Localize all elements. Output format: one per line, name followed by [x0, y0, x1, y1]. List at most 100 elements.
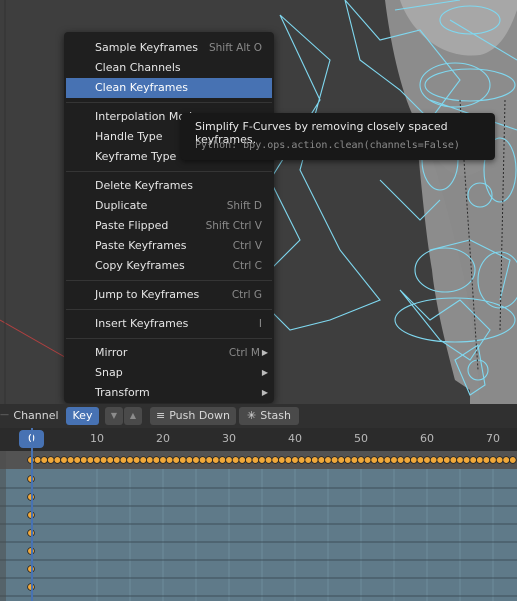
keyframe[interactable]	[185, 456, 194, 464]
keyframe[interactable]	[277, 456, 286, 464]
keyframe[interactable]	[409, 456, 418, 464]
keyframe[interactable]	[449, 456, 458, 464]
keyframe[interactable]	[310, 456, 319, 464]
keyframe[interactable]	[291, 456, 299, 464]
keyframe[interactable]	[469, 456, 478, 464]
keyframe[interactable]	[86, 456, 95, 464]
keyframe[interactable]	[139, 456, 148, 464]
keyframe[interactable]	[198, 456, 207, 464]
keyframe[interactable]	[383, 456, 392, 464]
keyframe[interactable]	[416, 456, 425, 464]
keyframe[interactable]	[284, 456, 293, 464]
keyframe[interactable]	[172, 456, 181, 464]
keyframe[interactable]	[66, 456, 75, 464]
keyframe[interactable]	[132, 456, 141, 464]
keyframe[interactable]	[363, 456, 372, 464]
playhead[interactable]	[31, 428, 33, 601]
menu-item-paste-flipped[interactable]: Paste Flipped Shift Ctrl V	[66, 216, 272, 236]
keyframe[interactable]	[192, 456, 200, 464]
keyframe[interactable]	[152, 456, 161, 464]
menu-item-mirror[interactable]: Mirror Ctrl M ▶	[66, 343, 272, 363]
keyframe[interactable]	[73, 456, 81, 464]
channel-keyframes	[0, 469, 517, 601]
keyframe[interactable]	[218, 456, 227, 464]
keyframe[interactable]	[376, 456, 385, 464]
keyframe[interactable]	[93, 456, 101, 464]
keyframe[interactable]	[390, 456, 398, 464]
keyframe[interactable]	[205, 456, 214, 464]
keyframe[interactable]	[370, 456, 379, 464]
keyframe[interactable]	[80, 456, 88, 464]
summary-row[interactable]	[0, 451, 517, 469]
keyframe[interactable]	[212, 456, 220, 464]
menu-item-copy-keyframes[interactable]: Copy Keyframes Ctrl C	[66, 256, 272, 276]
menu-item-transform[interactable]: Transform ▶	[66, 383, 272, 403]
keyframe[interactable]	[231, 456, 240, 464]
keyframe[interactable]	[238, 456, 247, 464]
keyframe[interactable]	[343, 456, 352, 464]
keyframe[interactable]	[350, 456, 359, 464]
keyframe[interactable]	[179, 456, 187, 464]
keyframe[interactable]	[508, 456, 517, 464]
keyframe[interactable]	[225, 456, 233, 464]
keyframe[interactable]	[482, 456, 491, 464]
keyframe[interactable]	[442, 456, 451, 464]
stash-button[interactable]: ✳ Stash	[239, 407, 299, 425]
menu-item-duplicate[interactable]: Duplicate Shift D	[66, 196, 272, 216]
keyframe[interactable]	[40, 456, 48, 464]
keyframe[interactable]	[60, 456, 68, 464]
keyframe[interactable]	[436, 456, 445, 464]
keyframe[interactable]	[502, 456, 511, 464]
keyframe[interactable]	[317, 456, 326, 464]
keyframe[interactable]	[99, 456, 108, 464]
menu-item-paste-keyframes[interactable]: Paste Keyframes Ctrl V	[66, 236, 272, 256]
menu-item-clean-channels[interactable]: Clean Channels	[66, 58, 272, 78]
keyframe[interactable]	[165, 456, 174, 464]
keyframe[interactable]	[46, 456, 55, 464]
keyframe[interactable]	[429, 456, 438, 464]
keyframe[interactable]	[146, 456, 154, 464]
keyframe[interactable]	[456, 456, 464, 464]
menu-item-snap[interactable]: Snap ▶	[66, 363, 272, 383]
keyframe[interactable]	[271, 456, 280, 464]
channel-region[interactable]	[0, 469, 517, 601]
triangle-down-icon[interactable]: ▼	[105, 407, 123, 425]
channel-menu[interactable]: Channel	[10, 407, 62, 425]
keyframe[interactable]	[119, 456, 128, 464]
menu-item-jump-to-keyframes[interactable]: Jump to Keyframes Ctrl G	[66, 285, 272, 305]
keyframe[interactable]	[159, 456, 167, 464]
keyframe[interactable]	[297, 456, 306, 464]
keyframe[interactable]	[113, 456, 121, 464]
keyframe[interactable]	[245, 456, 253, 464]
menu-item-label: Snap	[95, 366, 123, 379]
keyframe[interactable]	[330, 456, 339, 464]
menu-item-label: Interpolation Mod	[95, 110, 193, 123]
keyframe[interactable]	[33, 456, 42, 464]
push-down-button[interactable]: ≡ Push Down	[150, 407, 236, 425]
keyframe[interactable]	[423, 456, 431, 464]
key-menu-button[interactable]: Key	[66, 407, 99, 425]
keyframe[interactable]	[403, 456, 412, 464]
menu-item-sample-keyframes[interactable]: Sample Keyframes Shift Alt O	[66, 38, 272, 58]
keyframe[interactable]	[251, 456, 260, 464]
keyframe[interactable]	[495, 456, 504, 464]
menu-item-clean-keyframes[interactable]: Clean Keyframes	[66, 78, 272, 98]
keyframe[interactable]	[258, 456, 266, 464]
keyframe[interactable]	[304, 456, 313, 464]
menu-separator	[66, 338, 272, 339]
keyframe[interactable]	[357, 456, 365, 464]
keyframe[interactable]	[337, 456, 346, 464]
keyframe[interactable]	[475, 456, 484, 464]
keyframe[interactable]	[396, 456, 405, 464]
keyframe[interactable]	[53, 456, 62, 464]
keyframe[interactable]	[264, 456, 273, 464]
timeline-ruler[interactable]: 0 10 20 30 40 50 60 70	[0, 428, 517, 451]
keyframe[interactable]	[106, 456, 114, 464]
menu-item-insert-keyframes[interactable]: Insert Keyframes I	[66, 314, 272, 334]
keyframe[interactable]	[324, 456, 332, 464]
menu-item-delete-keyframes[interactable]: Delete Keyframes	[66, 176, 272, 196]
keyframe[interactable]	[126, 456, 134, 464]
keyframe[interactable]	[462, 456, 471, 464]
triangle-up-icon[interactable]: ▲	[124, 407, 142, 425]
keyframe[interactable]	[489, 456, 497, 464]
